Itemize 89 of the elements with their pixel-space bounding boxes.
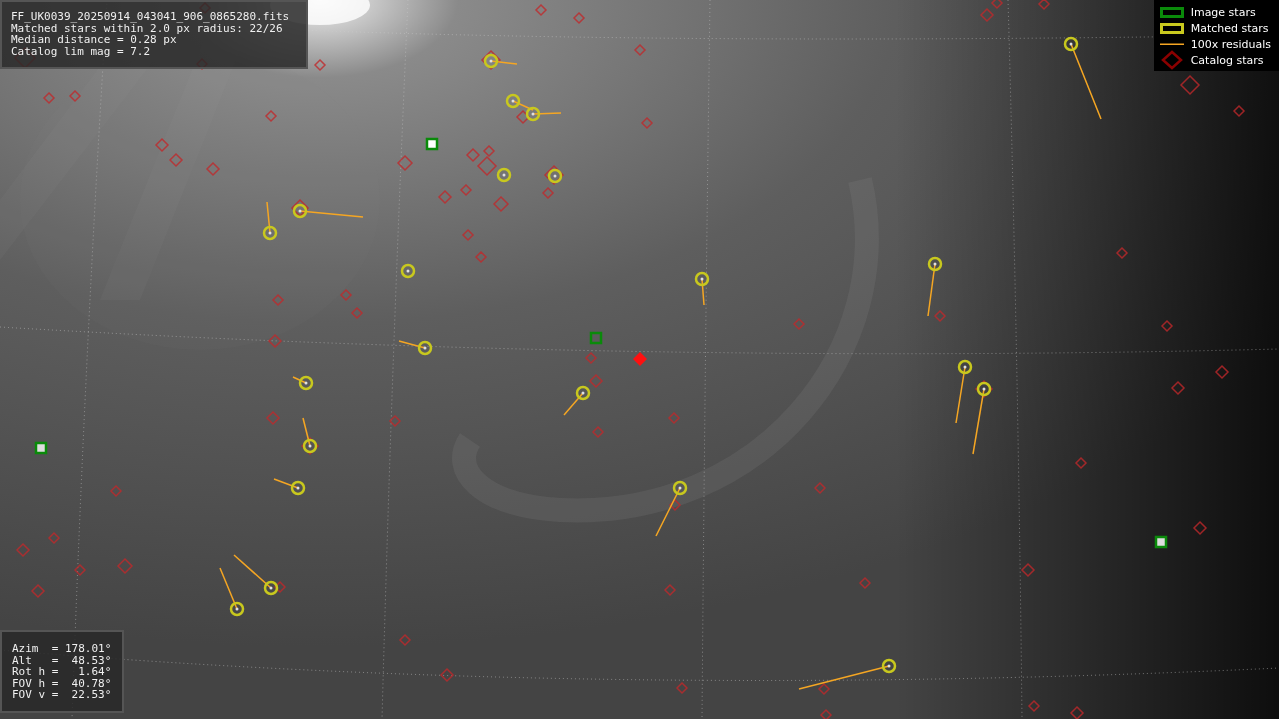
catalog-star-marker [675, 681, 689, 695]
catalog-star-marker [437, 189, 453, 205]
catalog-star-marker [116, 557, 134, 575]
residual-line [299, 210, 364, 218]
catalog-star-marker [1232, 104, 1246, 118]
catalog-star-marker [265, 410, 281, 426]
catalog-star-marker [813, 481, 827, 495]
catalog-star-marker [534, 3, 548, 17]
catalog-star-marker [30, 583, 46, 599]
catalog-star-marker [1179, 74, 1201, 96]
residual-line [955, 366, 966, 424]
catalog-star-marker [273, 580, 287, 594]
catalog-star-marker [492, 195, 510, 213]
catalog-star-marker [290, 198, 310, 218]
diamond-icon [1159, 50, 1184, 70]
residual-line [701, 278, 705, 306]
catalog-star-marker [313, 58, 327, 72]
pointing-text: Rot h = 1.64° [12, 666, 112, 678]
catalog-star-marker [398, 633, 412, 647]
catalog-star-marker [858, 576, 872, 590]
residual-line [266, 201, 271, 234]
residual-line [302, 417, 311, 447]
catalog-star-marker [474, 250, 488, 264]
catalog-star-marker [1069, 705, 1085, 719]
catalog-star-marker [267, 333, 283, 349]
catalog-star-marker [667, 411, 681, 425]
catalog-star-marker [572, 11, 586, 25]
legend-label: Image stars [1190, 5, 1256, 19]
image-star-legend-icon [1159, 6, 1184, 18]
catalog-star-marker [271, 293, 285, 307]
catalog-star-marker [792, 317, 806, 331]
catalog-star-marker [515, 109, 531, 125]
catalog-star-marker [1192, 520, 1208, 536]
catalog-star-marker [388, 414, 402, 428]
catalog-star-marker [68, 89, 82, 103]
catalog-star-marker [264, 109, 278, 123]
residual-line [927, 263, 936, 317]
legend-label: Catalog stars [1190, 53, 1264, 67]
residual-line [563, 392, 584, 416]
pointing-text: FOV v = 22.53° [12, 689, 112, 701]
catalog-star-marker [668, 498, 682, 512]
catalog-star-marker [819, 708, 833, 719]
catalog-star-marker [588, 373, 604, 389]
info-text: FF_UK0039_20250914_043041_906_0865280.fits [11, 11, 291, 23]
info-text: Catalog lim mag = 7.2 [11, 45, 152, 57]
pointing-text: Azim = 178.01° [12, 643, 112, 655]
catalog-star-marker [350, 306, 364, 320]
legend-label: 100x residuals [1190, 37, 1271, 51]
catalog-star-marker [168, 152, 184, 168]
catalog-star-marker [1037, 0, 1051, 11]
catalog-star-marker [663, 583, 677, 597]
catalog-star-marker [1074, 456, 1088, 470]
catalog-star-marker [439, 667, 455, 683]
catalog-star-marker [1160, 319, 1174, 333]
catalog-star-marker [42, 91, 56, 105]
legend-label: Matched stars [1190, 21, 1269, 35]
catalog-star-marker [459, 183, 473, 197]
info-text: Matched stars within 2.0 px radius: 22/26 [11, 22, 283, 34]
pointing-text: Alt = 48.53° [12, 654, 112, 666]
catalog-star-marker [584, 351, 598, 365]
catalog-star-marker [1214, 364, 1230, 380]
catalog-star-marker [817, 682, 831, 696]
catalog-star-marker [47, 531, 61, 545]
pointing-text: FOV h = 40.78° [12, 677, 112, 689]
catalog-star-marker [15, 542, 31, 558]
catalog-star-marker [465, 147, 481, 163]
catalog-star-marker [933, 309, 947, 323]
catalog-star-marker [396, 154, 414, 172]
catalog-star-marker [1027, 699, 1041, 713]
catalog-star-marker [154, 137, 170, 153]
catalog-star-marker [461, 228, 475, 242]
info-text: Median distance = 0.28 px [11, 34, 177, 46]
catalog-star-marker [73, 563, 87, 577]
matched-star-legend-icon [1159, 22, 1184, 34]
catalog-star-marker [109, 484, 123, 498]
residual-line [655, 487, 681, 537]
catalog-star-marker [591, 425, 605, 439]
line-icon [1159, 42, 1184, 46]
catalog-star-marker [633, 43, 647, 57]
catalog-star-marker [640, 116, 654, 130]
residual-line [972, 388, 985, 455]
residual-line [398, 340, 426, 349]
catalog-star-marker [339, 288, 353, 302]
catalog-star-marker [1020, 562, 1036, 578]
residual-line [490, 60, 518, 65]
catalog-star-marker [205, 161, 221, 177]
residual-line [273, 478, 299, 489]
catalog-star-marker [1170, 380, 1186, 396]
catalog-star-marker [1115, 246, 1129, 260]
